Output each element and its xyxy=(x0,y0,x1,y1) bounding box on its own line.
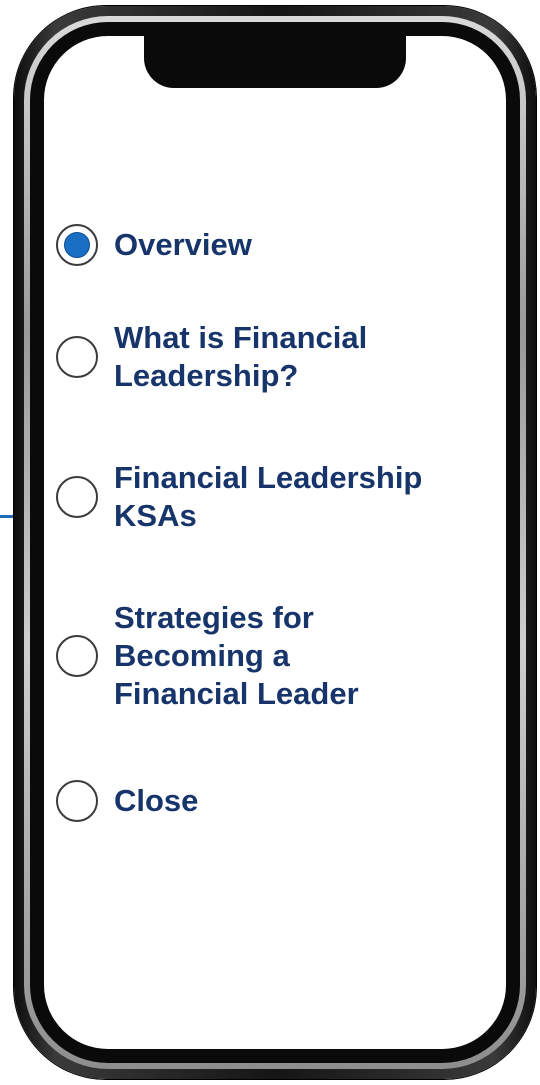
phone-screen: Overview What is Financial Leadership? F… xyxy=(44,36,506,1049)
menu-item-financial-leadership-ksas[interactable]: Financial Leadership KSAs xyxy=(56,459,494,535)
radio-selected-icon[interactable] xyxy=(56,224,98,266)
radio-icon[interactable] xyxy=(56,635,98,677)
radio-icon[interactable] xyxy=(56,780,98,822)
menu-item-label: Strategies for Becoming a Financial Lead… xyxy=(114,600,359,711)
menu-item-what-is-financial-leadership[interactable]: What is Financial Leadership? xyxy=(56,319,494,395)
radio-icon[interactable] xyxy=(56,476,98,518)
phone-frame: Overview What is Financial Leadership? F… xyxy=(14,6,536,1079)
menu-item-label: Close xyxy=(114,783,199,818)
menu-item-label: What is Financial Leadership? xyxy=(114,320,368,393)
phone-bezel: Overview What is Financial Leadership? F… xyxy=(30,22,520,1063)
menu-item-close[interactable]: Close xyxy=(56,780,494,822)
menu-item-overview[interactable]: Overview xyxy=(56,224,494,266)
stage: Overview What is Financial Leadership? F… xyxy=(0,0,540,1085)
navigation-menu: Overview What is Financial Leadership? F… xyxy=(44,36,506,1049)
phone-metal-ring: Overview What is Financial Leadership? F… xyxy=(24,16,526,1069)
radio-icon[interactable] xyxy=(56,336,98,378)
menu-item-label: Overview xyxy=(114,227,252,262)
menu-item-label: Financial Leadership KSAs xyxy=(114,460,423,533)
menu-item-strategies[interactable]: Strategies for Becoming a Financial Lead… xyxy=(56,599,494,713)
